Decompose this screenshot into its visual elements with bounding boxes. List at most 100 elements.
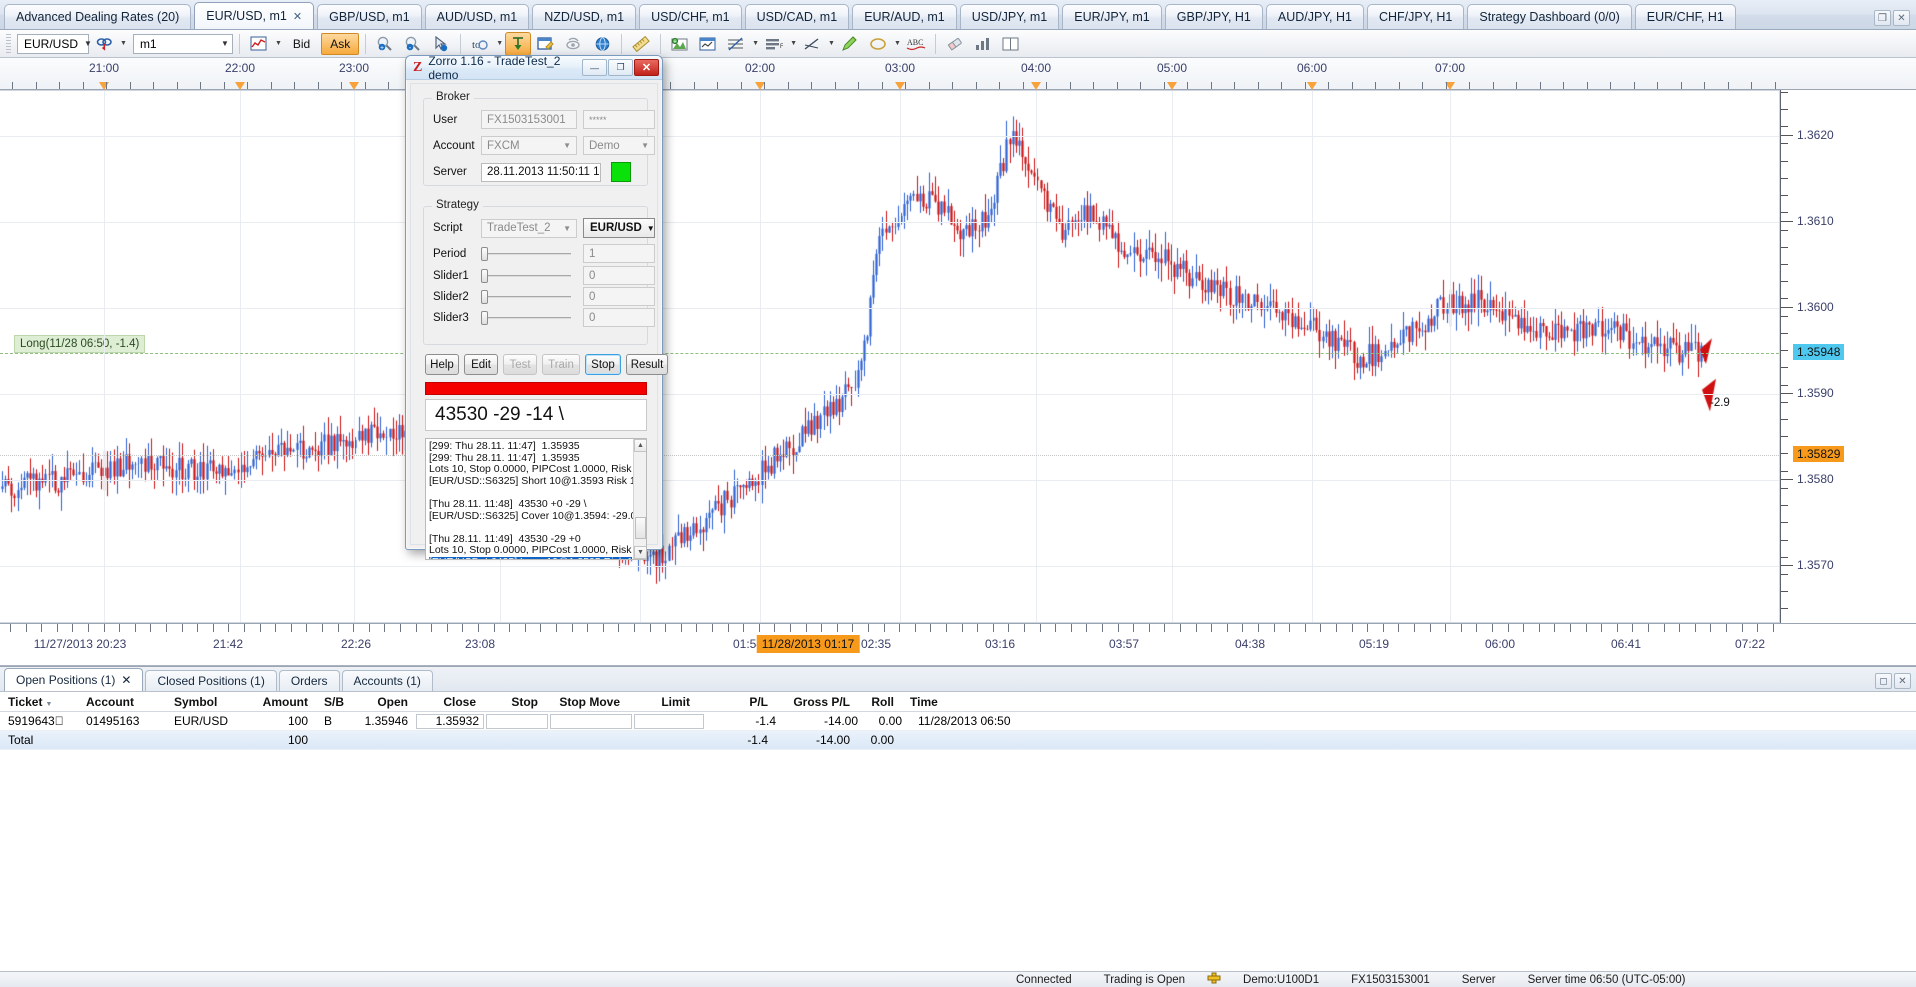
link-icon[interactable] (91, 32, 117, 56)
column-header-account[interactable]: Account (78, 695, 166, 709)
template-icon[interactable] (695, 32, 721, 56)
window-tab-1[interactable]: EUR/USD, m1✕ (194, 2, 314, 29)
panel-restore-icon[interactable]: ◻ (1875, 673, 1892, 689)
user-field[interactable]: FX1503153001 (481, 110, 577, 129)
slider-knob[interactable] (481, 290, 488, 304)
levels-icon[interactable]: F (761, 32, 787, 56)
column-header-roll[interactable]: Roll (858, 695, 902, 709)
chart-top-time-ruler[interactable]: 21:0022:0023:0000:0001:0002:0003:0004:00… (0, 58, 1916, 90)
slider-knob[interactable] (481, 311, 488, 325)
positions-tab-3[interactable]: Accounts (1) (342, 670, 433, 691)
cell-limit[interactable] (634, 714, 704, 729)
scroll-down-icon[interactable]: ▼ (634, 546, 647, 559)
maximize-icon[interactable]: ❐ (608, 59, 633, 76)
crosshair-tool-icon[interactable] (505, 32, 531, 56)
globe-icon[interactable] (589, 32, 615, 56)
positions-tab-0[interactable]: Open Positions (1)✕ (4, 668, 143, 691)
chart-type-chevron-icon[interactable]: ▼ (275, 40, 282, 47)
log-scrollbar[interactable]: ▲ ▼ (633, 439, 646, 559)
scroll-up-icon[interactable]: ▲ (634, 439, 647, 452)
minimize-icon[interactable]: — (582, 59, 607, 76)
asset-select[interactable]: EUR/USD ▼ (583, 218, 655, 238)
panel-close-icon[interactable]: ✕ (1894, 673, 1911, 689)
cell-stop[interactable] (486, 714, 548, 729)
text-abc-icon[interactable]: ABC (903, 32, 929, 56)
window-tab-7[interactable]: EUR/AUD, m1 (852, 4, 957, 29)
period-slider[interactable] (481, 245, 571, 263)
slider3-value-field[interactable]: 0 (583, 308, 655, 327)
slider3[interactable] (481, 309, 571, 327)
column-header-p-l[interactable]: P/L (698, 695, 776, 709)
symbol-select[interactable]: EUR/USD ▼ (17, 34, 89, 54)
close-icon[interactable]: ✕ (634, 59, 659, 76)
undo-eye-icon[interactable] (561, 32, 587, 56)
chart-bottom-time-axis[interactable]: 11/27/2013 20:2321:4222:2623:0801:5402:3… (0, 623, 1916, 665)
password-field[interactable]: ***** (583, 110, 655, 129)
window-tab-4[interactable]: NZD/USD, m1 (532, 4, 636, 29)
column-header-symbol[interactable]: Symbol (166, 695, 244, 709)
trendline-icon[interactable] (799, 32, 825, 56)
window-tab-9[interactable]: EUR/JPY, m1 (1062, 4, 1162, 29)
log-output[interactable]: [299: Thu 28.11. 11:47] 1.35935[299: Thu… (425, 438, 647, 560)
slider-knob[interactable] (481, 269, 488, 283)
log-line-selected[interactable]: [EUR/USD::L6435] Long 10@1.3595 Risk 137… (429, 557, 632, 560)
cell-stop-move[interactable] (550, 714, 632, 729)
slider2[interactable] (481, 288, 571, 306)
magnifier-chevron-icon[interactable]: ▼ (496, 40, 503, 47)
result-button[interactable]: Result (626, 354, 668, 375)
window-tab-12[interactable]: CHF/JPY, H1 (1367, 4, 1464, 29)
zorro-titlebar[interactable]: Z Zorro 1.16 - TradeTest_2 demo — ❐ ✕ (406, 56, 662, 80)
zoom-in-icon[interactable]: + (372, 32, 398, 56)
split-icon[interactable] (998, 32, 1024, 56)
positions-tab-1[interactable]: Closed Positions (1) (145, 670, 276, 691)
window-tab-2[interactable]: GBP/USD, m1 (317, 4, 422, 29)
window-tab-0[interactable]: Advanced Dealing Rates (20) (4, 4, 191, 29)
chart-type-icon[interactable] (246, 32, 272, 56)
close-icon[interactable]: ✕ (293, 10, 302, 23)
scroll-thumb[interactable] (635, 517, 646, 539)
script-select[interactable]: TradeTest_2 ▼ (481, 219, 577, 238)
image-icon[interactable]: + (667, 32, 693, 56)
account-type-select[interactable]: Demo ▼ (583, 136, 655, 155)
link-chevron-icon[interactable]: ▼ (120, 40, 127, 47)
ask-button[interactable]: Ask (321, 33, 359, 55)
window-tab-6[interactable]: USD/CAD, m1 (745, 4, 850, 29)
slider-knob[interactable] (481, 247, 488, 261)
column-header-open[interactable]: Open (348, 695, 416, 709)
window-tab-14[interactable]: EUR/CHF, H1 (1635, 4, 1736, 29)
edit-button[interactable]: Edit (464, 354, 498, 375)
column-header-time[interactable]: Time (902, 695, 1102, 709)
close-icon[interactable]: ✕ (1893, 10, 1910, 26)
window-tab-5[interactable]: USD/CHF, m1 (639, 4, 741, 29)
bid-button[interactable]: Bid (284, 33, 319, 55)
restore-icon[interactable]: ❒ (1874, 10, 1891, 26)
window-tab-11[interactable]: AUD/JPY, H1 (1266, 4, 1364, 29)
close-icon[interactable]: ✕ (121, 673, 131, 687)
account-select[interactable]: FXCM ▼ (481, 136, 577, 155)
magnifier-icon[interactable]: to (467, 32, 493, 56)
window-tab-13[interactable]: Strategy Dashboard (0/0) (1467, 4, 1631, 29)
cell-close[interactable]: 1.35932 (416, 714, 484, 729)
column-header-s-b[interactable]: S/B (316, 695, 348, 709)
ruler-icon[interactable] (628, 32, 654, 56)
column-header-ticket[interactable]: Ticket▼ (0, 695, 78, 709)
positions-tab-2[interactable]: Orders (279, 670, 340, 691)
levels-chevron-icon[interactable]: ▼ (790, 40, 797, 47)
note-icon[interactable] (533, 32, 559, 56)
column-header-amount[interactable]: Amount (244, 695, 316, 709)
ellipse-icon[interactable] (865, 32, 891, 56)
zorro-dialog[interactable]: Z Zorro 1.16 - TradeTest_2 demo — ❐ ✕ Br… (405, 55, 663, 550)
window-tab-8[interactable]: USD/JPY, m1 (960, 4, 1060, 29)
period-value-field[interactable]: 1 (583, 244, 655, 263)
chart-price-axis[interactable]: 1.36201.36101.36001.35901.35801.35701.35… (1780, 90, 1916, 623)
column-header-stop[interactable]: Stop (484, 695, 546, 709)
slider1-value-field[interactable]: 0 (583, 266, 655, 285)
stop-button[interactable]: Stop (585, 354, 621, 375)
fibonacci-chevron-icon[interactable]: ▼ (752, 40, 759, 47)
timeframe-select[interactable]: m1 ▼ (133, 34, 233, 54)
trendline-chevron-icon[interactable]: ▼ (828, 40, 835, 47)
pointer-zoom-icon[interactable] (428, 32, 454, 56)
column-header-stop-move[interactable]: Stop Move (546, 695, 628, 709)
window-tab-3[interactable]: AUD/USD, m1 (425, 4, 530, 29)
chart-plot-area[interactable]: Long(11/28 06:50, -1.4) -2.9 (0, 90, 1780, 623)
